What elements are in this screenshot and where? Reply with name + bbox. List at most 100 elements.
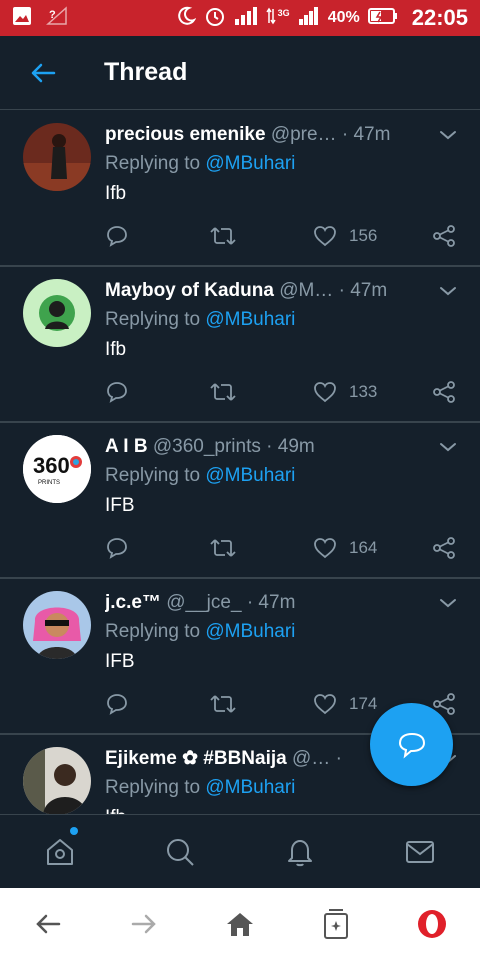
alarm-icon (204, 5, 226, 32)
browser-forward-button[interactable] (96, 888, 192, 960)
tweet-handle[interactable]: @… (292, 748, 330, 769)
tweet-text: Ifb (105, 183, 127, 204)
reply-icon (107, 694, 127, 715)
tab-messages[interactable] (360, 815, 480, 888)
retweet-button[interactable] (209, 533, 237, 563)
avatar-logo-sub: PRINTS (38, 480, 60, 486)
reply-icon (107, 226, 127, 247)
back-arrow-icon (36, 914, 61, 934)
like-button[interactable]: 174 (313, 689, 377, 719)
arrow-left-icon (31, 63, 56, 82)
tweet-author-name[interactable]: Mayboy of Kaduna (105, 280, 274, 301)
mention-link[interactable]: @MBuhari (205, 465, 295, 486)
thread-header: Thread (0, 36, 480, 110)
mention-link[interactable]: @MBuhari (205, 153, 295, 174)
home-icon (47, 838, 73, 865)
gallery-icon (12, 6, 32, 31)
network-type: 3G (277, 8, 290, 18)
tweet-handle[interactable]: @pre… (271, 124, 337, 145)
retweet-icon (210, 383, 236, 401)
reply-icon (107, 538, 127, 559)
tweet-handle[interactable]: @360_prints (153, 436, 261, 457)
mention-link[interactable]: @MBuhari (205, 621, 295, 642)
battery-icon (367, 7, 398, 30)
mention-link[interactable]: @MBuhari (205, 777, 295, 798)
signal-icon (234, 6, 258, 30)
search-icon (167, 838, 194, 866)
chevron-down-icon[interactable] (436, 279, 460, 303)
no-signal-icon: ? (46, 5, 68, 31)
tweet[interactable]: 360 PRINTS A I B @360_prints · 49m Replyi… (0, 423, 480, 579)
tab-home[interactable] (0, 815, 120, 888)
tabs-icon (324, 909, 348, 939)
bell-icon (288, 839, 312, 866)
replying-label: Replying to (105, 777, 201, 798)
heart-icon (314, 226, 336, 247)
page-title: Thread (104, 58, 188, 86)
like-count: 133 (349, 382, 378, 401)
replying-label: Replying to (105, 153, 201, 174)
tweet-author-name[interactable]: j.c.e™ (105, 592, 161, 613)
chevron-down-icon[interactable] (436, 435, 460, 459)
tweet[interactable]: Mayboy of Kaduna @M… · 47m Replying to @… (0, 267, 480, 423)
tweet-text: IFB (105, 651, 135, 672)
share-button[interactable] (431, 221, 457, 251)
forward-arrow-icon (131, 914, 156, 934)
tweet-text: Ifb (105, 803, 425, 814)
avatar[interactable]: 360 PRINTS (23, 435, 91, 503)
tab-search[interactable] (120, 815, 240, 888)
chevron-down-icon[interactable] (436, 123, 460, 147)
opera-icon (418, 910, 446, 938)
opera-menu-button[interactable] (384, 888, 480, 960)
reply-button[interactable] (105, 689, 129, 719)
reply-button[interactable] (105, 221, 129, 251)
replying-label: Replying to (105, 309, 201, 330)
like-button[interactable]: 156 (313, 221, 377, 251)
retweet-button[interactable] (209, 689, 237, 719)
heart-icon (314, 694, 336, 715)
tab-notifications[interactable] (240, 815, 360, 888)
share-icon (433, 225, 455, 247)
bottom-tab-bar (0, 814, 480, 888)
tweet-text: IFB (105, 495, 135, 516)
tweet-time: · 47m (341, 124, 391, 145)
replying-label: Replying to (105, 465, 201, 486)
tweet-time: · 49m (266, 436, 315, 457)
like-button[interactable]: 164 (313, 533, 377, 563)
retweet-icon (210, 539, 236, 557)
avatar[interactable] (23, 123, 91, 191)
share-button[interactable] (431, 377, 457, 407)
mention-link[interactable]: @MBuhari (205, 309, 295, 330)
signal-icon-2 (298, 6, 320, 30)
browser-home-button[interactable] (192, 888, 288, 960)
envelope-icon (406, 840, 434, 863)
tweet-handle[interactable]: @M… (279, 280, 333, 301)
tweet-author-name[interactable]: A I B (105, 436, 148, 457)
retweet-button[interactable] (209, 221, 237, 251)
retweet-button[interactable] (209, 377, 237, 407)
tweet-author-name[interactable]: precious emenike (105, 124, 266, 145)
reply-compose-icon (398, 732, 425, 758)
tweet-handle[interactable]: @__jce_ (166, 592, 241, 613)
compose-reply-button[interactable] (370, 703, 453, 786)
home-icon (227, 913, 253, 936)
reply-button[interactable] (105, 377, 129, 407)
browser-back-button[interactable] (0, 888, 96, 960)
like-count: 156 (349, 226, 378, 245)
reply-button[interactable] (105, 533, 129, 563)
back-button[interactable] (0, 36, 86, 110)
like-button[interactable]: 133 (313, 377, 377, 407)
svg-text:?: ? (49, 9, 56, 21)
browser-tabs-button[interactable] (288, 888, 384, 960)
tweet-author-name[interactable]: Ejikeme ✿ #BBNaija (105, 748, 287, 769)
tweet[interactable]: precious emenike @pre… · 47m Replying to… (0, 111, 480, 267)
heart-icon (314, 382, 336, 403)
status-bar: ? 3G 40% 22:05 (0, 0, 480, 36)
avatar[interactable] (23, 591, 91, 659)
chevron-down-icon[interactable] (436, 591, 460, 615)
share-button[interactable] (431, 533, 457, 563)
avatar[interactable] (23, 747, 91, 814)
avatar[interactable] (23, 279, 91, 347)
like-count: 174 (349, 694, 378, 713)
avatar-logo-text: 360 (33, 453, 70, 478)
